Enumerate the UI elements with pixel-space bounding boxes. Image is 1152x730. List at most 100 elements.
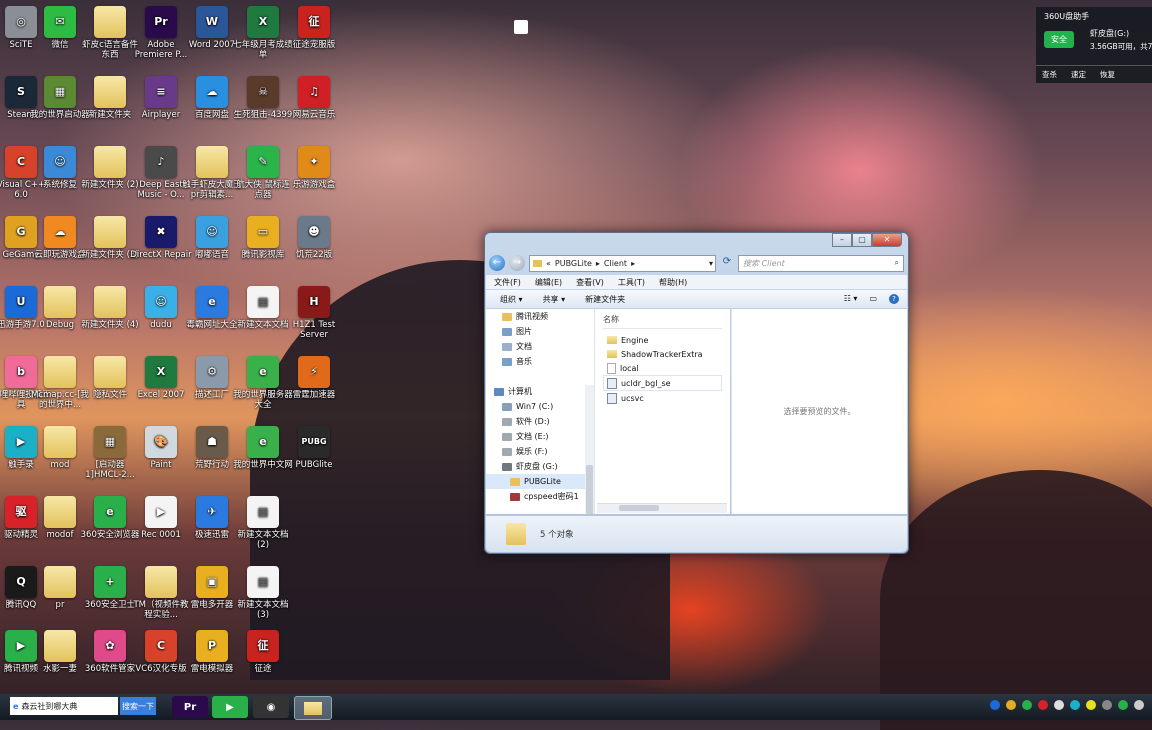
tray-icon[interactable]: [990, 700, 1000, 710]
nav-item[interactable]: PUBGLite: [486, 474, 594, 489]
floating-shirt-icon[interactable]: [514, 20, 528, 34]
desktop-icon[interactable]: ▤ 新建文本文档 (2): [232, 496, 294, 550]
organize-button[interactable]: 组织 ▾: [500, 294, 523, 305]
minimize-button[interactable]: –: [832, 233, 852, 247]
360-usb-widget[interactable]: 360U盘助手 安全 虾皮盘(G:) 3.56GB可用，共7. 查杀 速定 恢复: [1036, 7, 1152, 83]
desktop-icon-label: 雷霆加速器: [292, 390, 336, 400]
desktop-icon[interactable]: ▤ 新建文本文档 (3): [232, 566, 294, 620]
nav-item-label: 腾讯视频: [516, 312, 548, 321]
breadcrumb-client[interactable]: Client: [604, 259, 627, 268]
back-arrow-icon[interactable]: ←: [489, 255, 505, 271]
file-list[interactable]: 名称 Engine ShadowTrackerExtra local ucldr_bg…: [595, 309, 730, 514]
nav-item[interactable]: 计算机: [486, 384, 594, 399]
tray-icon[interactable]: [1118, 700, 1128, 710]
file-list-item[interactable]: local: [595, 361, 730, 375]
refresh-icon[interactable]: ⟳: [720, 256, 734, 270]
file-list-item[interactable]: ucsvc: [595, 391, 730, 405]
taskbar-search-input[interactable]: e 森云社到哪大典: [10, 697, 118, 715]
share-button[interactable]: 共享 ▾: [543, 294, 566, 305]
horizontal-scroll-thumb[interactable]: [619, 505, 659, 511]
search-icon[interactable]: ⌕: [895, 258, 899, 268]
nav-item[interactable]: 音乐: [486, 354, 594, 369]
desktop-icon[interactable]: 征征途宠服版: [283, 6, 345, 50]
horizontal-scrollbar[interactable]: [597, 503, 727, 513]
desktop-icon[interactable]: H H1Z1 Test Server: [283, 286, 345, 340]
desktop-icon-label: 新建文本文档 (2): [237, 530, 289, 550]
tray-icon[interactable]: [1134, 700, 1144, 710]
desktop-icon[interactable]: 征征途: [232, 630, 294, 674]
app-icon: ☠: [247, 76, 279, 108]
app-icon: e: [247, 356, 279, 388]
desktop-icon[interactable]: ☻ 饥荒22版: [283, 216, 345, 260]
video-player-taskbar-icon[interactable]: ▶: [212, 696, 248, 718]
nav-item[interactable]: cpspeed密码1: [486, 489, 594, 504]
navigation-pane[interactable]: 腾讯视频图片 文档 音乐计算机 Win7 (C:) 软件 (D:) 文档 (E:) 娱乐 (…: [486, 309, 595, 514]
address-overflow[interactable]: «: [546, 259, 551, 268]
nav-item-icon: [494, 387, 504, 396]
widget-action-scan[interactable]: 查杀: [1042, 69, 1057, 80]
breadcrumb-pubglite[interactable]: PUBGLite: [555, 259, 592, 268]
premiere-taskbar-icon[interactable]: Pr: [172, 696, 208, 718]
nav-scroll-thumb[interactable]: [586, 465, 593, 514]
file-list-item[interactable]: Engine: [595, 333, 730, 347]
view-options-icon[interactable]: ☷ ▾: [844, 294, 858, 304]
desktop-icon[interactable]: ⚡ 雷霆加速器: [283, 356, 345, 400]
menu-view[interactable]: 查看(V): [576, 277, 604, 288]
explorer-taskbar-icon[interactable]: [294, 696, 332, 720]
tray-icon[interactable]: [1006, 700, 1016, 710]
new-folder-button[interactable]: 新建文件夹: [585, 294, 625, 305]
app-icon: ▤: [247, 496, 279, 528]
menu-file[interactable]: 文件(F): [494, 277, 521, 288]
nav-item[interactable]: 文档: [486, 339, 594, 354]
nav-vertical-scrollbar[interactable]: [585, 385, 594, 514]
desktop-icon[interactable]: ♫ 网易云音乐: [283, 76, 345, 120]
tray-icon[interactable]: [1070, 700, 1080, 710]
nav-item-icon: [502, 462, 512, 471]
nav-item[interactable]: Win7 (C:): [486, 399, 594, 414]
obs-taskbar-icon[interactable]: ◉: [253, 696, 289, 718]
app-icon: ☺: [196, 216, 228, 248]
nav-item[interactable]: [486, 369, 594, 384]
tray-icon[interactable]: [1102, 700, 1112, 710]
nav-item[interactable]: 软件 (D:): [486, 414, 594, 429]
forward-arrow-icon[interactable]: →: [509, 255, 525, 271]
search-box[interactable]: 搜索 Client ⌕: [738, 254, 904, 272]
file-name: ucldr_bgl_se: [621, 378, 671, 388]
nav-item-icon: [510, 477, 520, 486]
tray-icon[interactable]: [1054, 700, 1064, 710]
search-placeholder: 搜索 Client: [743, 258, 785, 268]
desktop-icon[interactable]: ✦ 乐游游戏盒: [283, 146, 345, 190]
desktop-icon[interactable]: PUBG PUBGlite: [283, 426, 345, 470]
file-list-item[interactable]: ucldr_bgl_se: [603, 375, 722, 391]
widget-action-restore[interactable]: 恢复: [1100, 69, 1115, 80]
close-button[interactable]: ✕: [872, 233, 902, 247]
taskbar-search-button[interactable]: 搜索一下: [120, 697, 156, 715]
menu-edit[interactable]: 编辑(E): [535, 277, 562, 288]
tray-icon[interactable]: [1022, 700, 1032, 710]
nav-item[interactable]: 虾皮盘 (G:): [486, 459, 594, 474]
title-bar[interactable]: – ▢ ✕: [485, 233, 908, 253]
nav-item[interactable]: 腾讯视频: [486, 309, 594, 324]
menu-help[interactable]: 帮助(H): [659, 277, 687, 288]
file-list-item[interactable]: ShadowTrackerExtra: [595, 347, 730, 361]
column-header-name[interactable]: 名称: [603, 311, 722, 329]
nav-item-icon: [502, 327, 512, 336]
nav-item[interactable]: 文档 (E:): [486, 429, 594, 444]
tray-icon[interactable]: [1038, 700, 1048, 710]
explorer-window[interactable]: – ▢ ✕ ← → « PUBGLite ▸ Client ▸ ▾ ⟳ 搜索 C…: [484, 232, 909, 554]
address-dropdown-icon[interactable]: ▾: [709, 259, 715, 268]
app-icon: ✉: [44, 6, 76, 38]
menu-tools[interactable]: 工具(T): [618, 277, 645, 288]
help-icon[interactable]: ?: [889, 294, 899, 304]
address-bar[interactable]: « PUBGLite ▸ Client ▸ ▾: [529, 254, 716, 272]
nav-item[interactable]: 图片: [486, 324, 594, 339]
preview-pane-icon[interactable]: ▭: [869, 294, 877, 304]
taskbar-search-value: 森云社到哪大典: [21, 701, 78, 711]
app-icon: ▭: [247, 216, 279, 248]
maximize-button[interactable]: ▢: [852, 233, 872, 247]
tray-icon[interactable]: [1086, 700, 1096, 710]
file-icon: [607, 362, 616, 374]
nav-item[interactable]: 娱乐 (F:): [486, 444, 594, 459]
widget-action-lock[interactable]: 速定: [1071, 69, 1086, 80]
app-icon: 征: [247, 630, 279, 662]
